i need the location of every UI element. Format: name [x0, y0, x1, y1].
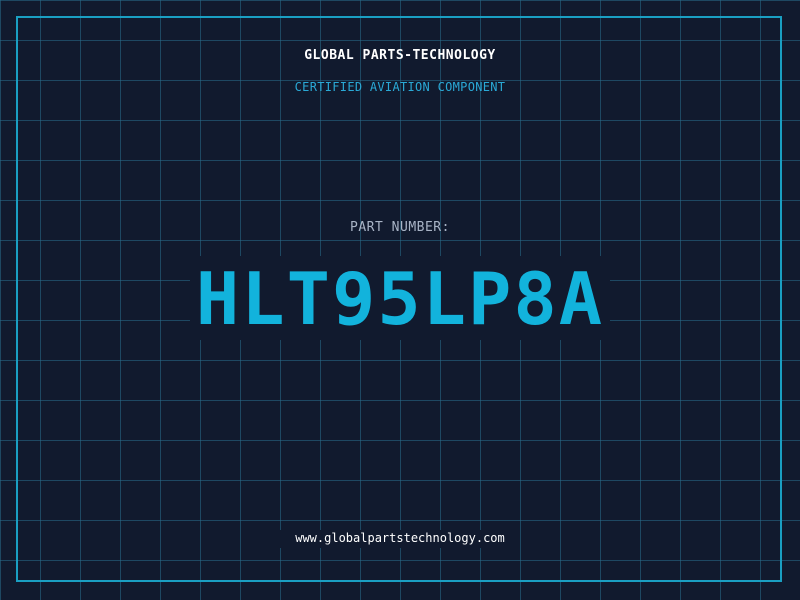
part-number-label: PART NUMBER: [350, 220, 450, 235]
company-name: GLOBAL PARTS-TECHNOLOGY [304, 48, 496, 63]
label-canvas: GLOBAL PARTS-TECHNOLOGY CERTIFIED AVIATI… [0, 0, 800, 600]
certification-tagline: CERTIFIED AVIATION COMPONENT [294, 80, 506, 94]
website-url: www.globalpartstechnology.com [295, 531, 505, 545]
part-number-value: HLT95LP8A [195, 257, 605, 341]
